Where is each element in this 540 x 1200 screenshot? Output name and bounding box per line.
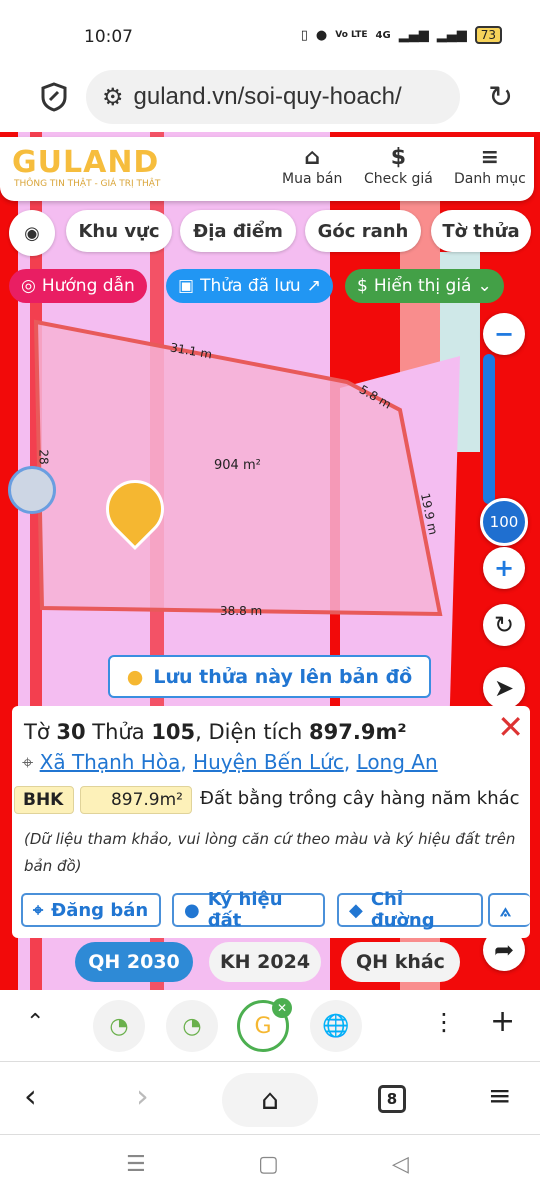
link-commune[interactable]: Xã Thạnh Hòa: [40, 750, 181, 774]
link-district[interactable]: Huyện Bến Lức: [193, 750, 344, 774]
guide-button[interactable]: ◎ Hướng dẫn: [9, 269, 147, 303]
browser-nav: ‹ › ⌂ 8 ≡: [0, 1063, 540, 1135]
plan-kh-2024[interactable]: KH 2024: [209, 942, 321, 982]
nav-check-gia[interactable]: $ Check giá: [364, 145, 433, 187]
vibrate-icon: ▯: [300, 27, 308, 43]
show-price-button[interactable]: $ Hiển thị giá ⌄: [345, 269, 504, 303]
measure-button[interactable]: ⟑: [488, 893, 530, 927]
menu-icon: ≡: [480, 145, 500, 170]
home-icon[interactable]: ⌂: [222, 1073, 318, 1127]
zoom-out-button[interactable]: −: [483, 313, 525, 355]
building-icon: ⌂: [304, 145, 321, 170]
tab-count[interactable]: 8: [378, 1085, 406, 1113]
address-bar[interactable]: ⚙ guland.vn/soi-quy-hoach/: [86, 70, 460, 124]
forward-icon[interactable]: ›: [136, 1077, 149, 1115]
shield-icon[interactable]: [40, 82, 68, 112]
signal-icon-2: ▂▄▆: [436, 27, 467, 43]
directions-button[interactable]: ◆ Chỉ đường: [337, 889, 483, 931]
saved-parcels-button[interactable]: ▣ Thửa đã lưu ↗: [166, 269, 333, 303]
clock: 10:07: [84, 27, 133, 47]
avatar[interactable]: [8, 466, 56, 514]
logo[interactable]: GULAND: [12, 145, 159, 180]
external-arrow-icon: ↗: [306, 276, 321, 296]
land-type: Đất bằng trồng cây hàng năm khác: [200, 788, 520, 809]
back-nav-icon[interactable]: ◁: [392, 1152, 409, 1177]
filter-to-thua[interactable]: Tờ thửa: [431, 210, 531, 252]
site-settings-icon[interactable]: ⚙: [102, 83, 124, 112]
land-code-badge: BHK: [14, 786, 74, 814]
refresh-icon[interactable]: ↻: [483, 604, 525, 646]
zoom-level: 100: [480, 498, 528, 546]
land-symbol-button[interactable]: ● Ký hiệu đất: [172, 889, 325, 931]
system-nav: ☰ ▢ ◁: [0, 1136, 540, 1200]
chevron-down-icon: ⌄: [477, 276, 492, 296]
filter-dia-diem[interactable]: Địa điểm: [180, 210, 296, 252]
battery-icon: 73: [474, 26, 502, 44]
navigate-icon[interactable]: ➤: [483, 667, 525, 709]
nav-danh-muc[interactable]: ≡ Danh mục: [454, 145, 526, 187]
parcel-info-card: Tờ 30 Thửa 105, Diện tích 897.9m² ✕ ⌖ Xã…: [12, 706, 530, 938]
slogan: THÔNG TIN THẬT - GIÁ TRỊ THẬT: [14, 179, 161, 189]
browser-toolbar: ⚙ guland.vn/soi-quy-hoach/ ↻: [0, 66, 540, 132]
back-icon[interactable]: ‹: [24, 1077, 37, 1115]
play-icon: ◎: [21, 276, 36, 296]
disclaimer: (Dữ liệu tham khảo, vui lòng căn cứ theo…: [24, 830, 516, 875]
signal-icon: ▂▄▆: [398, 27, 429, 43]
tab-favicon[interactable]: ◔: [93, 1000, 145, 1052]
save-parcel-button[interactable]: ● Lưu thửa này lên bản đồ: [108, 655, 431, 698]
globe-icon[interactable]: 🌐: [310, 1000, 362, 1052]
guland-pin-icon: ●: [126, 665, 144, 688]
status-bar: 10:07 ▯ ● Vo LTE 4G ▂▄▆ ▂▄▆ 73: [0, 0, 540, 66]
close-icon[interactable]: ✕: [497, 708, 524, 746]
tab-favicon[interactable]: ◔: [166, 1000, 218, 1052]
bookmark-icon: ▣: [178, 276, 195, 296]
edge-label: 28: [36, 449, 51, 465]
recents-icon[interactable]: ☰: [126, 1152, 146, 1177]
land-area-badge: 897.9m²: [80, 786, 192, 814]
network-label: 4G: [375, 29, 391, 41]
menu-icon[interactable]: ≡: [488, 1079, 511, 1112]
parcel-title: Tờ 30 Thửa 105, Diện tích 897.9m²: [24, 720, 407, 744]
area-label: 904 m²: [214, 458, 261, 473]
address: ⌖ Xã Thạnh Hòa, Huyện Bến Lức, Long An: [22, 750, 438, 774]
chevron-up-icon[interactable]: ⌃: [26, 1010, 44, 1035]
link-province[interactable]: Long An: [357, 750, 438, 774]
compass-icon: ⟑: [500, 899, 511, 921]
more-icon[interactable]: ⋮: [432, 1008, 456, 1036]
reload-icon[interactable]: ↻: [488, 80, 513, 115]
location-icon: ●: [315, 27, 328, 43]
tab-strip: ⌃ ◔ ◔ G ✕ 🌐 ⋮ +: [0, 990, 540, 1062]
site-header: GULAND THÔNG TIN THẬT - GIÁ TRỊ THẬT ⌂ Mu…: [0, 137, 534, 201]
post-sale-button[interactable]: ⌖ Đăng bán: [21, 893, 161, 927]
nav-mua-ban[interactable]: ⌂ Mua bán: [282, 145, 342, 187]
close-tab-icon[interactable]: ✕: [272, 998, 292, 1018]
location-pin-icon: ⌖: [22, 750, 34, 774]
new-tab-icon[interactable]: +: [490, 1004, 515, 1039]
crosshair-icon: ◉: [24, 222, 40, 244]
plan-qh-khac[interactable]: QH khác: [341, 942, 460, 982]
plan-qh-2030[interactable]: QH 2030: [75, 942, 193, 982]
zoom-slider[interactable]: [483, 354, 495, 504]
palette-icon: ●: [184, 899, 200, 921]
home-button-icon[interactable]: ▢: [258, 1152, 279, 1177]
filter-goc-ranh[interactable]: Góc ranh: [305, 210, 421, 252]
edge-label: 38.8 m: [220, 604, 263, 618]
directions-icon: ◆: [349, 899, 363, 921]
dollar-icon: $: [390, 145, 407, 170]
dollar-icon: $: [357, 276, 368, 296]
zoom-in-button[interactable]: +: [483, 547, 525, 589]
url-text: guland.vn/soi-quy-hoach/: [133, 83, 402, 110]
status-icons: ▯ ● Vo LTE 4G ▂▄▆ ▂▄▆ 73: [301, 26, 502, 44]
filter-khu-vuc[interactable]: Khu vực: [66, 210, 172, 252]
pin-plus-icon: ⌖: [33, 899, 44, 921]
locate-button[interactable]: ◉: [9, 210, 55, 256]
volte-icon: Vo LTE: [335, 30, 368, 40]
